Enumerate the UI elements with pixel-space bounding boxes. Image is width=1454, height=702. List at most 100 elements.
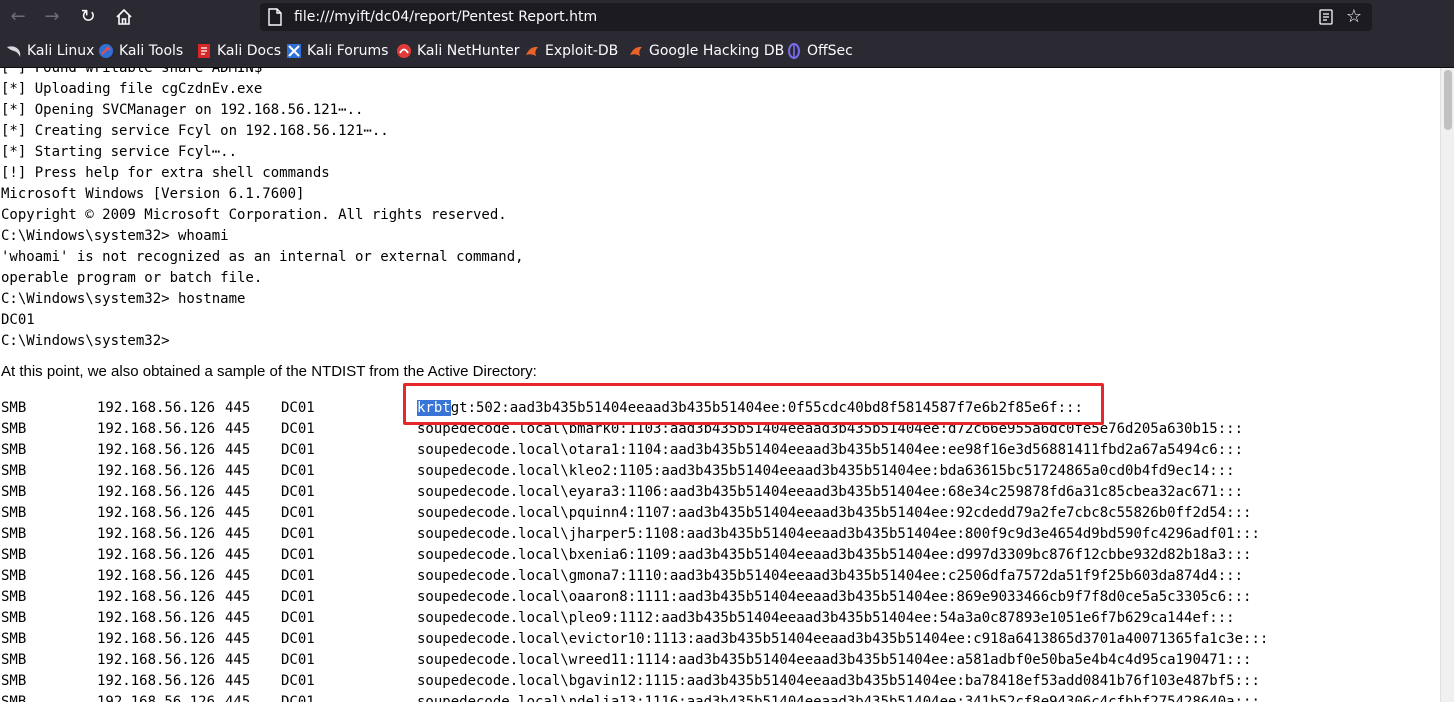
cell-port: 445	[225, 610, 251, 626]
file-icon	[268, 8, 282, 26]
cell-port: 445	[225, 652, 251, 668]
cell-host: DC01	[281, 526, 315, 542]
terminal-line: DC01	[1, 312, 35, 328]
bookmark-star-icon[interactable]: ☆	[1344, 7, 1364, 27]
table-row: SMB 192.168.56.126 445 DC01 soupedecode.loca…	[1, 440, 1243, 461]
cell-proto: SMB	[1, 610, 27, 626]
terminal-line: C:\Windows\system32> whoami	[1, 228, 229, 244]
terminal-line: [!] Press help for extra shell commands	[1, 165, 330, 181]
kali-dragon-icon	[7, 46, 21, 57]
cell-host: DC01	[281, 421, 315, 437]
vertical-scrollbar[interactable]	[1440, 68, 1454, 702]
bookmark-kali-tools[interactable]: Kali Tools	[98, 34, 183, 68]
table-row: SMB 192.168.56.126 445 DC01 soupedecode.loca…	[1, 461, 1235, 482]
url-text[interactable]: file:///myift/dc04/report/Pentest Report…	[294, 3, 597, 31]
cell-hash: soupedecode.local\otara1:1104:aad3b435b5…	[417, 442, 1244, 458]
cell-host: DC01	[281, 610, 315, 626]
bookmarks-toolbar: Kali Linux Kali Tools Kali Docs Kali For…	[0, 34, 1454, 68]
kali-tools-icon	[99, 44, 113, 58]
cell-ip: 192.168.56.126	[97, 652, 216, 668]
exploit-db-icon	[526, 46, 538, 56]
table-row: SMB 192.168.56.126 445 DC01 soupedecode.loca…	[1, 419, 1243, 440]
kali-forums-icon	[287, 44, 301, 58]
cell-port: 445	[225, 631, 251, 647]
ntdist-intro-paragraph: At this point, we also obtained a sample…	[1, 363, 537, 380]
home-icon[interactable]	[110, 4, 138, 30]
reload-icon[interactable]: ↻	[74, 4, 102, 30]
cell-ip: 192.168.56.126	[97, 484, 216, 500]
bookmark-kali-nethunter[interactable]: Kali NetHunter	[396, 34, 519, 68]
cell-port: 445	[225, 463, 251, 479]
bookmark-exploit-db[interactable]: Exploit-DB	[524, 34, 618, 68]
cell-proto: SMB	[1, 673, 27, 689]
cell-host: DC01	[281, 652, 315, 668]
cell-proto: SMB	[1, 463, 27, 479]
bookmark-offsec[interactable]: OffSec	[786, 34, 853, 68]
cell-hash: soupedecode.local\eyara3:1106:aad3b435b5…	[417, 484, 1244, 500]
cell-ip: 192.168.56.126	[97, 526, 216, 542]
cell-proto: SMB	[1, 484, 27, 500]
offsec-icon	[788, 43, 800, 59]
page-content: [*] Found writable share ADMIN$ [*] Uploa…	[0, 68, 1440, 702]
scrollbar-thumb[interactable]	[1444, 70, 1452, 130]
cell-hash: soupedecode.local\kleo2:1105:aad3b435b51…	[417, 463, 1235, 479]
cell-ip: 192.168.56.126	[97, 694, 216, 702]
cell-host: DC01	[281, 694, 315, 702]
bookmark-kali-linux[interactable]: Kali Linux	[6, 34, 94, 68]
terminal-line: [*] Starting service Fcyl⋯..	[1, 144, 238, 160]
cell-proto: SMB	[1, 589, 27, 605]
cell-ip: 192.168.56.126	[97, 547, 216, 563]
terminal-line: [*] Found writable share ADMIN$	[1, 68, 263, 76]
table-row: SMB 192.168.56.126 445 DC01 soupedecode.loca…	[1, 524, 1260, 545]
cell-host: DC01	[281, 631, 315, 647]
cell-proto: SMB	[1, 652, 27, 668]
cell-host: DC01	[281, 442, 315, 458]
cell-port: 445	[225, 421, 251, 437]
cell-proto: SMB	[1, 421, 27, 437]
terminal-output: [*] Found writable share ADMIN$ [*] Uploa…	[1, 68, 524, 352]
cell-host: DC01	[281, 589, 315, 605]
reader-view-icon[interactable]	[1318, 9, 1334, 25]
cell-port: 445	[225, 694, 251, 702]
highlight-box	[403, 383, 1104, 425]
kali-docs-icon	[198, 44, 210, 58]
cell-proto: SMB	[1, 547, 27, 563]
bookmark-google-hacking-db[interactable]: Google Hacking DB	[628, 34, 784, 68]
table-row: SMB 192.168.56.126 445 DC01 soupedecode.loca…	[1, 671, 1260, 692]
cell-host: DC01	[281, 484, 315, 500]
terminal-line: operable program or batch file.	[1, 270, 263, 286]
cell-port: 445	[225, 589, 251, 605]
bookmark-kali-docs[interactable]: Kali Docs	[196, 34, 281, 68]
nethunter-icon	[397, 44, 411, 58]
cell-proto: SMB	[1, 631, 27, 647]
terminal-line: 'whoami' is not recognized as an interna…	[1, 249, 524, 265]
table-row: SMB 192.168.56.126 445 DC01 soupedecode.loca…	[1, 503, 1251, 524]
cell-proto: SMB	[1, 694, 27, 702]
terminal-line: [*] Opening SVCManager on 192.168.56.121…	[1, 102, 364, 118]
terminal-line: C:\Windows\system32>	[1, 333, 170, 349]
table-row: SMB 192.168.56.126 445 DC01 soupedecode.loca…	[1, 566, 1243, 587]
table-row: SMB 192.168.56.126 445 DC01 soupedecode.loca…	[1, 650, 1251, 671]
table-row: SMB 192.168.56.126 445 DC01 soupedecode.loca…	[1, 545, 1251, 566]
cell-ip: 192.168.56.126	[97, 505, 216, 521]
cell-proto: SMB	[1, 526, 27, 542]
url-bar[interactable]: file:///myift/dc04/report/Pentest Report…	[260, 3, 1372, 31]
bookmark-kali-forums[interactable]: Kali Forums	[286, 34, 388, 68]
cell-ip: 192.168.56.126	[97, 589, 216, 605]
cell-host: DC01	[281, 568, 315, 584]
cell-port: 445	[225, 568, 251, 584]
cell-ip: 192.168.56.126	[97, 610, 216, 626]
terminal-line: Microsoft Windows [Version 6.1.7600]	[1, 186, 305, 202]
cell-port: 445	[225, 484, 251, 500]
cell-hash: soupedecode.local\ndelia13:1116:aad3b435…	[417, 694, 1260, 702]
table-row: SMB 192.168.56.126 445 DC01 soupedecode.loca…	[1, 692, 1260, 702]
browser-toolbar: ← → ↻ file:///myift/dc04/report/Pentest …	[0, 0, 1454, 34]
forward-arrow-icon[interactable]: →	[38, 4, 66, 30]
cell-port: 445	[225, 673, 251, 689]
terminal-line: Copyright © 2009 Microsoft Corporation. …	[1, 207, 507, 223]
cell-host: DC01	[281, 673, 315, 689]
ghdb-icon	[630, 46, 642, 56]
cell-hash: soupedecode.local\wreed11:1114:aad3b435b…	[417, 652, 1252, 668]
back-arrow-icon[interactable]: ←	[4, 4, 32, 30]
cell-ip: 192.168.56.126	[97, 463, 216, 479]
